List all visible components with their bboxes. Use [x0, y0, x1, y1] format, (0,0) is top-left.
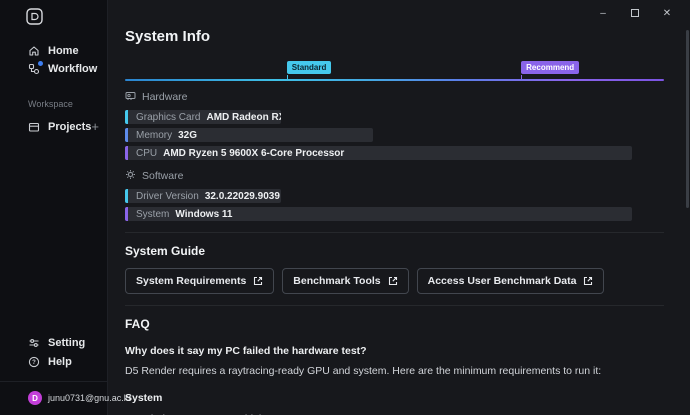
bar-value: AMD Radeon RX 7800 XT — [206, 112, 281, 123]
sidebar-item-home[interactable]: Home — [0, 42, 107, 59]
home-icon — [28, 45, 40, 57]
sidebar-item-workflow[interactable]: Workflow — [0, 60, 107, 77]
sidebar-item-label: Home — [48, 45, 79, 57]
button-label: Benchmark Tools — [293, 275, 380, 287]
sidebar-item-projects[interactable]: Projects + — [0, 118, 107, 135]
software-section-header: Software — [125, 169, 664, 183]
notification-dot — [38, 61, 43, 66]
spec-gradient-line — [125, 79, 664, 81]
account-row[interactable]: D junu0731@gnu.ac.kr — [0, 381, 107, 415]
bar-value: 32G — [178, 130, 197, 141]
bar-label: System — [136, 209, 169, 220]
faq-title: FAQ — [125, 317, 664, 331]
software-icon — [125, 169, 136, 183]
workspace-section-label: Workspace — [0, 99, 107, 109]
accent-strip — [125, 189, 128, 203]
divider — [125, 305, 664, 306]
accent-strip — [125, 128, 128, 142]
recommend-badge: Recommend — [521, 61, 579, 74]
external-link-icon — [583, 276, 593, 286]
add-project-button[interactable]: + — [91, 119, 99, 134]
system-guide-title: System Guide — [125, 244, 664, 258]
sidebar-item-setting[interactable]: Setting — [0, 334, 107, 351]
software-row-driver-version: Driver Version 32.0.22029.9039 — [125, 189, 281, 203]
minimize-button[interactable]: – — [592, 4, 614, 22]
sidebar-item-label: Setting — [48, 337, 85, 349]
faq-answer: D5 Render requires a raytracing-ready GP… — [125, 365, 664, 377]
divider — [125, 232, 664, 233]
accent-strip — [125, 110, 128, 124]
system-guide-buttons: System Requirements Benchmark Tools Acce… — [125, 268, 664, 294]
sidebar-item-label: Help — [48, 356, 72, 368]
sidebar-item-help[interactable]: ? Help — [0, 353, 107, 370]
scrollbar[interactable] — [686, 30, 689, 208]
settings-sliders-icon — [28, 337, 40, 349]
maximize-button[interactable] — [624, 4, 646, 22]
accent-strip — [125, 207, 128, 221]
bar-label: Driver Version — [136, 191, 199, 202]
minimize-icon: – — [600, 8, 606, 19]
external-link-icon — [388, 276, 398, 286]
hardware-row-cpu: CPU AMD Ryzen 5 9600X 6-Core Processor — [125, 146, 632, 160]
external-link-icon — [253, 276, 263, 286]
hardware-row-graphics-card: Graphics Card AMD Radeon RX 7800 XT — [125, 110, 281, 124]
bar-label: Graphics Card — [136, 112, 200, 123]
software-bars: Driver Version 32.0.22029.9039 System Wi… — [125, 189, 664, 221]
sidebar-item-label: Projects — [48, 121, 91, 133]
hardware-section-header: Hardware — [125, 90, 664, 104]
bar-label: CPU — [136, 148, 157, 159]
spec-marker-standard: Standard — [287, 57, 332, 81]
workflow-icon — [28, 63, 40, 75]
projects-icon — [28, 121, 40, 133]
faq-question: Why does it say my PC failed the hardwar… — [125, 345, 664, 357]
window-controls: – ✕ — [592, 4, 678, 22]
bar-value: 32.0.22029.9039 — [205, 191, 280, 202]
close-icon: ✕ — [663, 8, 671, 19]
spec-marker-recommend: Recommend — [521, 57, 579, 81]
button-label: System Requirements — [136, 275, 246, 287]
bar-value: Windows 11 — [175, 209, 232, 220]
accent-strip — [125, 146, 128, 160]
benchmark-tools-button[interactable]: Benchmark Tools — [282, 268, 408, 294]
app-logo-icon[interactable] — [26, 8, 107, 30]
sidebar: Home Workflow Workspace Projects + Setti… — [0, 0, 108, 415]
close-button[interactable]: ✕ — [656, 4, 678, 22]
hardware-header-label: Hardware — [142, 91, 188, 103]
system-requirements-button[interactable]: System Requirements — [125, 268, 274, 294]
bar-label: Memory — [136, 130, 172, 141]
help-icon: ? — [28, 356, 40, 368]
button-label: Access User Benchmark Data — [428, 275, 577, 287]
software-row-system: System Windows 11 — [125, 207, 632, 221]
faq-subhead-system: System — [125, 392, 664, 404]
hardware-bars: Graphics Card AMD Radeon RX 7800 XT Memo… — [125, 110, 664, 160]
main-panel: System Info Standard Recommend Hardware … — [109, 0, 690, 415]
sidebar-item-label: Workflow — [48, 63, 97, 75]
access-user-benchmark-data-button[interactable]: Access User Benchmark Data — [417, 268, 605, 294]
spec-meter: Standard Recommend — [125, 57, 664, 81]
page-title: System Info — [125, 28, 664, 45]
svg-text:?: ? — [32, 360, 36, 366]
hardware-row-memory: Memory 32G — [125, 128, 373, 142]
standard-badge: Standard — [287, 61, 332, 74]
maximize-icon — [631, 9, 639, 17]
avatar: D — [28, 391, 42, 405]
bar-value: AMD Ryzen 5 9600X 6-Core Processor — [163, 148, 344, 159]
software-header-label: Software — [142, 170, 183, 182]
hardware-icon — [125, 90, 136, 104]
